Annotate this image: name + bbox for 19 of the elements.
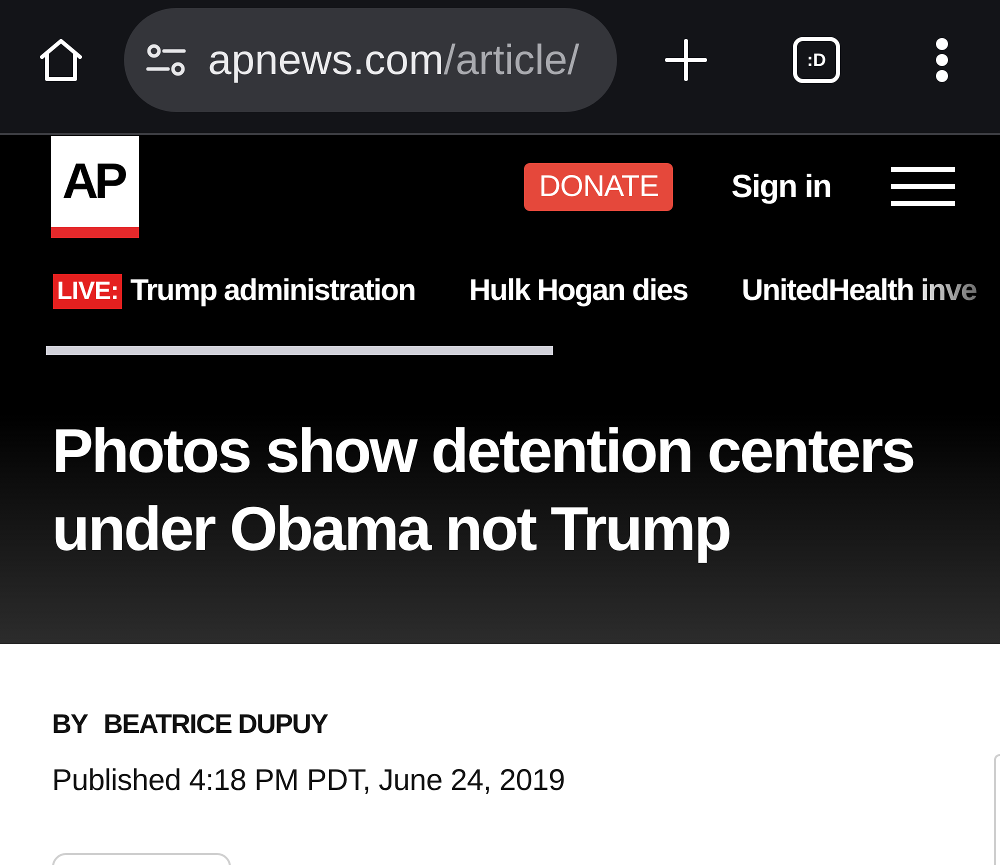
address-bar[interactable]: apnews.com/article/ — [124, 8, 617, 112]
url-text: apnews.com/article/ — [208, 36, 580, 84]
live-badge: LIVE: — [53, 274, 122, 308]
menu-icon[interactable] — [891, 167, 955, 206]
sliders-icon[interactable] — [146, 43, 186, 77]
site-logo[interactable]: AP — [51, 136, 139, 238]
trending-link[interactable]: Trump administration — [130, 274, 416, 308]
trending-link[interactable]: UnitedHealth inve — [742, 274, 976, 308]
author-link[interactable]: BEATRICE DUPUY — [104, 707, 328, 741]
plus-icon[interactable] — [665, 39, 707, 81]
article-headline: Photos show detention centers under Obama not Trump — [52, 416, 915, 566]
donate-button[interactable]: DONATE — [524, 162, 674, 210]
byline-label: BY — [52, 708, 88, 741]
tab-switcher-button[interactable]: :D — [793, 37, 840, 83]
trending-link[interactable]: Hulk Hogan dies — [469, 274, 688, 308]
home-icon[interactable] — [37, 36, 85, 84]
publish-date: Published 4:18 PM PDT, June 24, 2019 — [52, 763, 565, 799]
sign-in-link[interactable]: Sign in — [731, 168, 831, 205]
more-options-icon[interactable] — [935, 37, 949, 83]
